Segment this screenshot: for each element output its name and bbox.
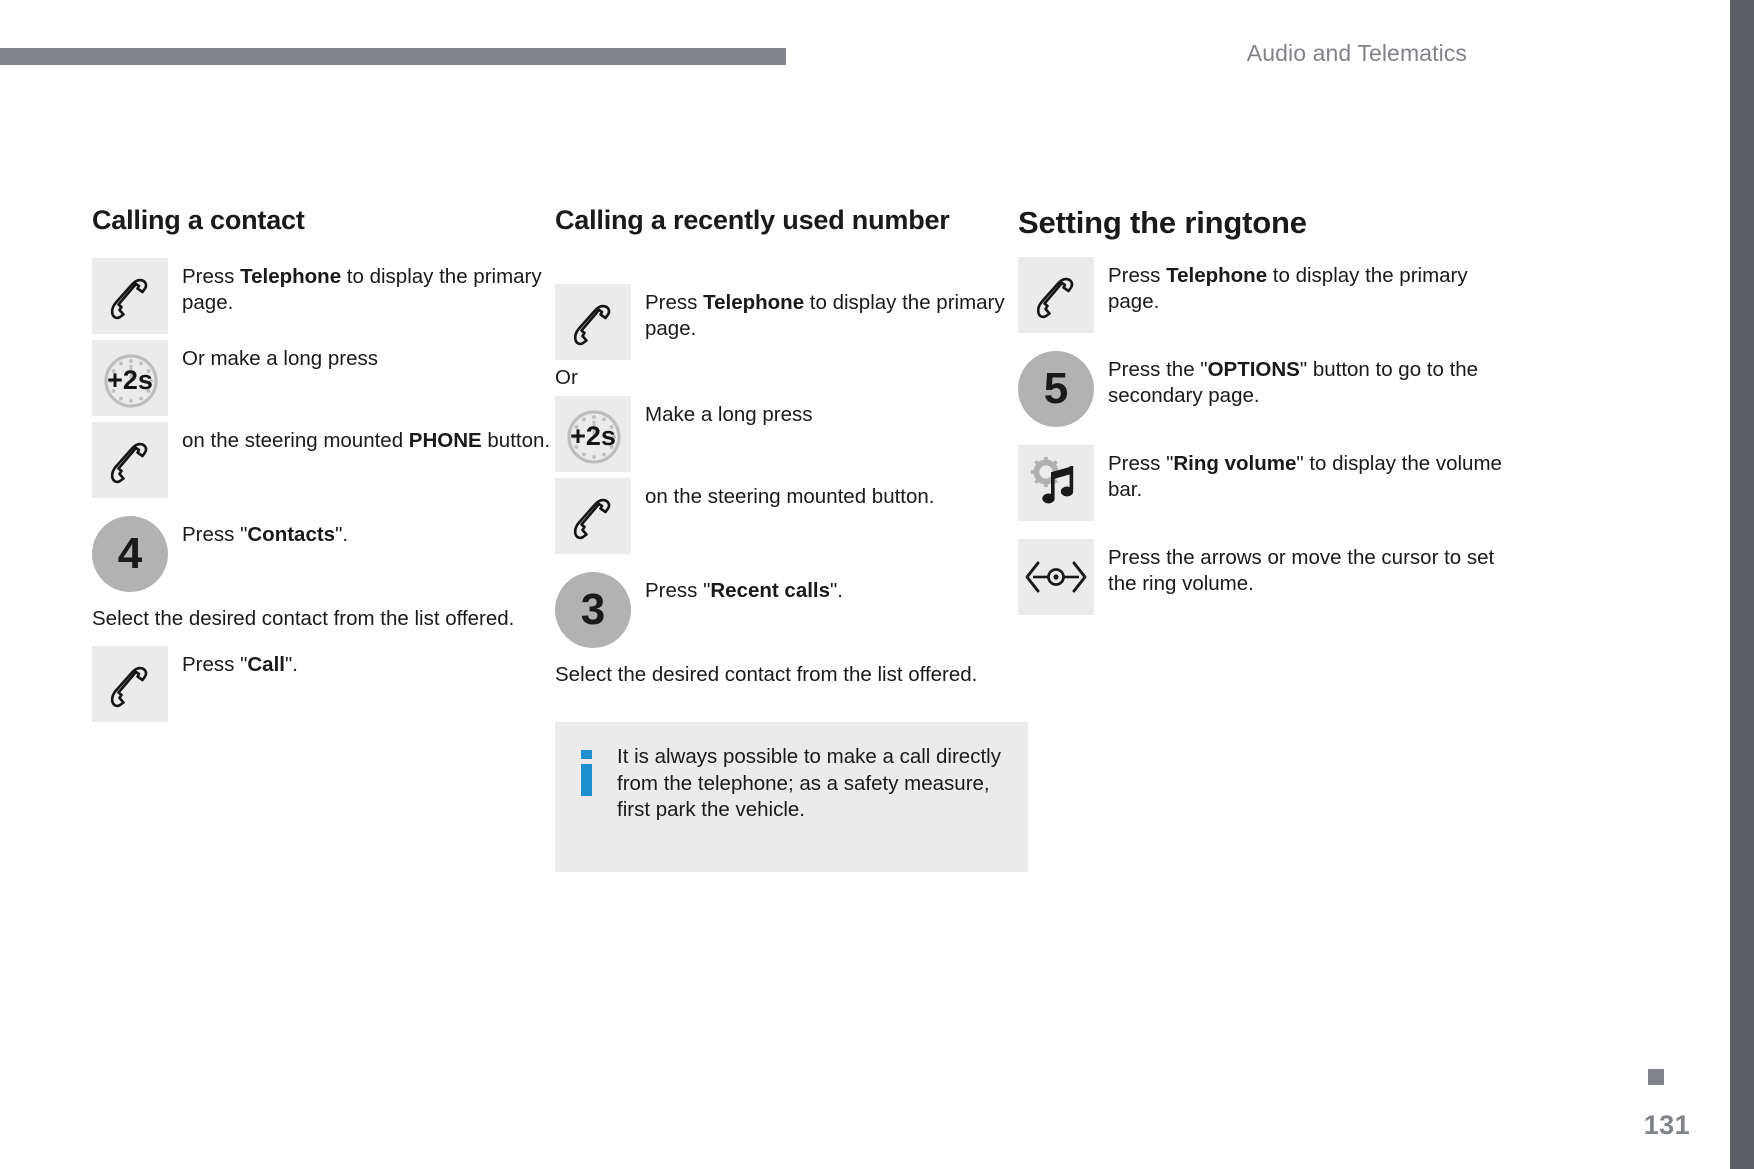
cursor-arrows-icon <box>1018 538 1094 615</box>
step-figure <box>92 258 168 335</box>
step-number-badge: 4 <box>92 516 168 593</box>
step-figure: +2s <box>555 396 631 473</box>
step-text: Press "Recent calls". <box>645 579 844 603</box>
step-text: Press "Call". <box>182 653 298 677</box>
step-number-badge: 5 <box>1018 350 1094 427</box>
page-header-title: Audio and Telematics <box>1246 40 1467 66</box>
page-number: 131 <box>1643 1110 1690 1140</box>
long-press-2s-icon: +2s <box>92 340 168 417</box>
step-text: Make a long press <box>645 403 813 427</box>
step-row: 4 Press "Contacts". <box>92 516 555 593</box>
step-figure <box>92 646 168 723</box>
or-label: Or <box>555 366 578 390</box>
step-row: +2s Make a long press <box>555 396 1018 473</box>
page-edge-bar <box>1730 0 1754 1169</box>
step-row: Press "Call". <box>92 646 555 723</box>
step-text: Press Telephone to display the primary p… <box>182 265 542 315</box>
step-text: on the steering mounted button. <box>645 485 935 509</box>
info-callout: It is always possible to make a call dir… <box>555 722 1028 873</box>
step-figure <box>1018 256 1094 333</box>
phone-handset-icon <box>555 478 631 555</box>
step-figure <box>92 422 168 499</box>
step-figure: 5 <box>1018 350 1094 427</box>
step-text: Press Telephone to display the primary p… <box>1108 263 1468 313</box>
step-row: +2s Or make a long press <box>92 340 555 417</box>
step-row: Press "Ring volume" to display the volum… <box>1018 444 1518 521</box>
step-text: Or make a long press <box>182 347 378 371</box>
step-row: on the steering mounted PHONE button. <box>92 422 555 499</box>
svg-text:+2s: +2s <box>570 421 616 451</box>
long-press-2s-icon: +2s <box>555 396 631 473</box>
section-title: Setting the ringtone <box>1018 205 1307 240</box>
svg-text:+2s: +2s <box>107 365 153 395</box>
step-row: on the steering mounted button. <box>555 478 1018 555</box>
step-figure <box>555 284 631 361</box>
content-columns: Calling a contact Press Telephone to dis… <box>92 205 1612 873</box>
section-calling-a-recently-used-number: Calling a recently used number Press Tel… <box>555 205 1028 873</box>
phone-handset-icon <box>92 422 168 499</box>
step-text: Press the "OPTIONS" button to go to the … <box>1108 357 1479 407</box>
info-text: It is always possible to make a call dir… <box>617 745 1001 821</box>
section-note: Select the desired contact from the list… <box>92 607 515 631</box>
phone-handset-icon <box>92 258 168 335</box>
page-corner-marker <box>1648 1069 1664 1085</box>
phone-handset-icon <box>92 646 168 723</box>
section-note: Select the desired contact from the list… <box>555 663 978 687</box>
step-row: 5 Press the "OPTIONS" button to go to th… <box>1018 350 1518 427</box>
section-title: Calling a contact <box>92 205 305 235</box>
step-text: Press the arrows or move the cursor to s… <box>1108 545 1495 595</box>
step-row: 3 Press "Recent calls". <box>555 572 1018 649</box>
step-text: Press "Ring volume" to display the volum… <box>1108 451 1502 501</box>
section-title: Calling a recently used number <box>555 205 950 235</box>
phone-handset-icon <box>1018 256 1094 333</box>
step-figure: +2s <box>92 340 168 417</box>
step-text: on the steering mounted PHONE button. <box>182 429 551 453</box>
section-calling-a-contact: Calling a contact Press Telephone to dis… <box>92 205 555 872</box>
step-text: Press "Contacts". <box>182 523 349 547</box>
step-figure <box>1018 538 1094 615</box>
step-row: Press Telephone to display the primary p… <box>92 258 555 335</box>
step-text: Press Telephone to display the primary p… <box>645 291 1005 341</box>
info-icon <box>577 744 599 801</box>
section-setting-the-ringtone: Setting the ringtone Press Telephone to … <box>1018 205 1518 872</box>
step-figure: 3 <box>555 572 631 649</box>
ring-volume-icon <box>1018 444 1094 521</box>
step-figure <box>555 478 631 555</box>
step-figure: 4 <box>92 516 168 593</box>
step-row: Press Telephone to display the primary p… <box>555 284 1018 361</box>
step-number-badge: 3 <box>555 572 631 649</box>
header-rule <box>0 48 786 65</box>
step-row: Press the arrows or move the cursor to s… <box>1018 538 1518 615</box>
phone-handset-icon <box>555 284 631 361</box>
step-row: Press Telephone to display the primary p… <box>1018 256 1518 333</box>
step-figure <box>1018 444 1094 521</box>
